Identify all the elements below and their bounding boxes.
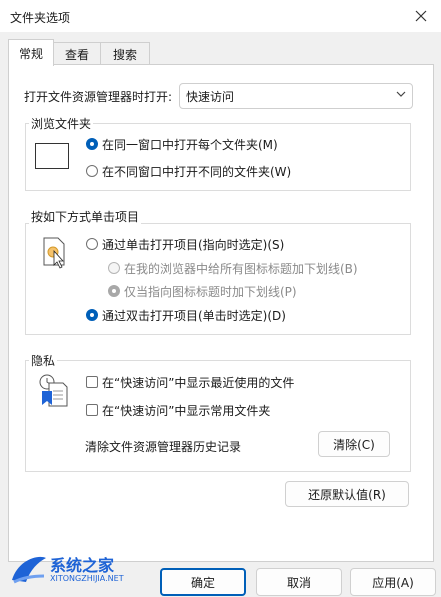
double-click-label: 通过双击打开项目(单击时选定)(D): [102, 309, 286, 323]
tab-search[interactable]: 搜索: [100, 42, 150, 65]
tab-general-label: 常规: [18, 46, 43, 61]
watermark-brand: 系统之家: [50, 556, 115, 575]
single-click-label: 通过单击打开项目(指向时选定)(S): [102, 238, 285, 252]
tab-search-label: 搜索: [112, 47, 137, 62]
restore-defaults-label: 还原默认值(R): [308, 487, 386, 502]
title-bar: 文件夹选项: [0, 0, 441, 32]
pointer-click-icon: [43, 237, 65, 269]
open-explorer-dropdown[interactable]: 快速访问: [179, 83, 413, 109]
site-watermark: 系统之家 XITONGZHIJIA.NET: [8, 548, 158, 592]
radio-single-click[interactable]: [86, 238, 98, 250]
radio-same-window[interactable]: [86, 138, 98, 150]
cancel-button[interactable]: 取消: [256, 568, 342, 596]
underline-always-label: 在我的浏览器中给所有图标标题加下划线(B): [124, 262, 358, 276]
browse-folders-group: [25, 123, 411, 191]
apply-button[interactable]: 应用(A): [350, 568, 436, 596]
tab-strip: 常规 查看 搜索: [0, 36, 441, 66]
open-explorer-value: 快速访问: [186, 90, 235, 104]
radio-underline-always[interactable]: [108, 262, 120, 274]
close-icon: [415, 10, 427, 22]
new-window-label: 在不同窗口中打开不同的文件夹(W): [102, 165, 292, 179]
privacy-document-icon: [39, 374, 68, 407]
checkbox-show-frequent[interactable]: [86, 404, 98, 416]
radio-underline-hover[interactable]: [108, 285, 120, 297]
same-window-label: 在同一窗口中打开每个文件夹(M): [102, 138, 278, 152]
cancel-label: 取消: [286, 575, 311, 590]
browse-folders-title: 浏览文件夹: [29, 115, 94, 132]
open-explorer-label: 打开文件资源管理器时打开:: [24, 90, 173, 104]
general-tab-panel: 打开文件资源管理器时打开: 快速访问 浏览文件夹 在同一窗口中打开每个文件夹(M…: [8, 64, 434, 562]
chevron-down-icon: [396, 91, 406, 97]
tab-view-label: 查看: [64, 47, 89, 62]
clear-button-label: 清除(C): [333, 437, 375, 452]
radio-double-click[interactable]: [86, 309, 98, 321]
close-button[interactable]: [401, 0, 441, 32]
tab-view[interactable]: 查看: [53, 42, 101, 65]
ok-label: 确定: [190, 575, 215, 590]
show-recent-label: 在“快速访问”中显示最近使用的文件: [102, 376, 295, 390]
click-items-title: 按如下方式单击项目: [29, 208, 142, 225]
window-title: 文件夹选项: [10, 11, 71, 25]
radio-new-window[interactable]: [86, 165, 98, 177]
underline-hover-label: 仅当指向图标标题时加下划线(P): [124, 285, 297, 299]
ok-button[interactable]: 确定: [160, 568, 246, 596]
checkbox-show-recent[interactable]: [86, 376, 98, 388]
privacy-title: 隐私: [29, 352, 58, 369]
watermark-logo-icon: [12, 556, 46, 584]
apply-label: 应用(A): [372, 575, 414, 590]
watermark-url: XITONGZHIJIA.NET: [50, 574, 124, 583]
restore-defaults-button[interactable]: 还原默认值(R): [285, 481, 409, 507]
clear-button[interactable]: 清除(C): [318, 431, 390, 457]
clear-history-label: 清除文件资源管理器历史记录: [85, 440, 242, 454]
tab-general[interactable]: 常规: [8, 39, 54, 66]
show-frequent-label: 在“快速访问”中显示常用文件夹: [102, 404, 271, 418]
window-icon: [35, 143, 69, 169]
